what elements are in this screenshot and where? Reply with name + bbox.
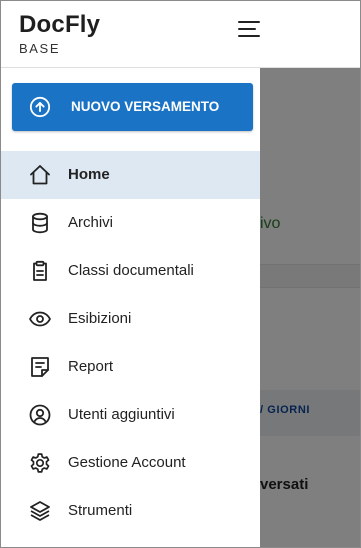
user-circle-icon: [28, 403, 52, 427]
menu-item-label: Esibizioni: [68, 310, 132, 327]
nuovo-versamento-label: NUOVO VERSAMENTO: [71, 99, 220, 114]
menu-item-label: Utenti aggiuntivi: [68, 406, 175, 423]
menu-item-archivi[interactable]: Archivi: [1, 199, 260, 247]
menu-item-label: Report: [68, 358, 114, 375]
clipboard-icon: [28, 259, 52, 283]
brand-subtitle: BASE: [19, 41, 61, 56]
report-icon: [28, 355, 52, 379]
eye-icon: [28, 307, 52, 331]
drawer-menu: Home Archivi Classi documentali Esibizio…: [1, 151, 260, 535]
menu-item-gestione-account[interactable]: Gestione Account: [1, 439, 260, 487]
menu-item-label: Home: [68, 166, 110, 183]
brand-title[interactable]: DocFly: [19, 11, 100, 39]
menu-item-label: Gestione Account: [68, 454, 186, 471]
arrow-up-circle-icon: [29, 96, 51, 118]
database-icon: [28, 211, 52, 235]
app-frame: DocFly BASE ivo / GIORNI versati NUOVO V…: [0, 0, 361, 548]
nuovo-versamento-button[interactable]: NUOVO VERSAMENTO: [12, 83, 253, 131]
menu-item-strumenti[interactable]: Strumenti: [1, 487, 260, 535]
menu-item-label: Classi documentali: [68, 262, 194, 279]
menu-item-esibizioni[interactable]: Esibizioni: [1, 295, 260, 343]
gear-icon: [28, 451, 52, 475]
home-icon: [28, 163, 52, 187]
menu-item-home[interactable]: Home: [1, 151, 260, 199]
menu-item-report[interactable]: Report: [1, 343, 260, 391]
app-header: DocFly BASE: [1, 1, 360, 68]
menu-item-classi-documentali[interactable]: Classi documentali: [1, 247, 260, 295]
menu-item-utenti-aggiuntivi[interactable]: Utenti aggiuntivi: [1, 391, 260, 439]
navigation-drawer: NUOVO VERSAMENTO Home Archivi Classi doc…: [1, 68, 260, 547]
menu-item-label: Strumenti: [68, 502, 133, 519]
hamburger-menu-icon[interactable]: [233, 17, 265, 43]
layers-icon: [28, 499, 52, 523]
menu-item-label: Archivi: [68, 214, 114, 231]
